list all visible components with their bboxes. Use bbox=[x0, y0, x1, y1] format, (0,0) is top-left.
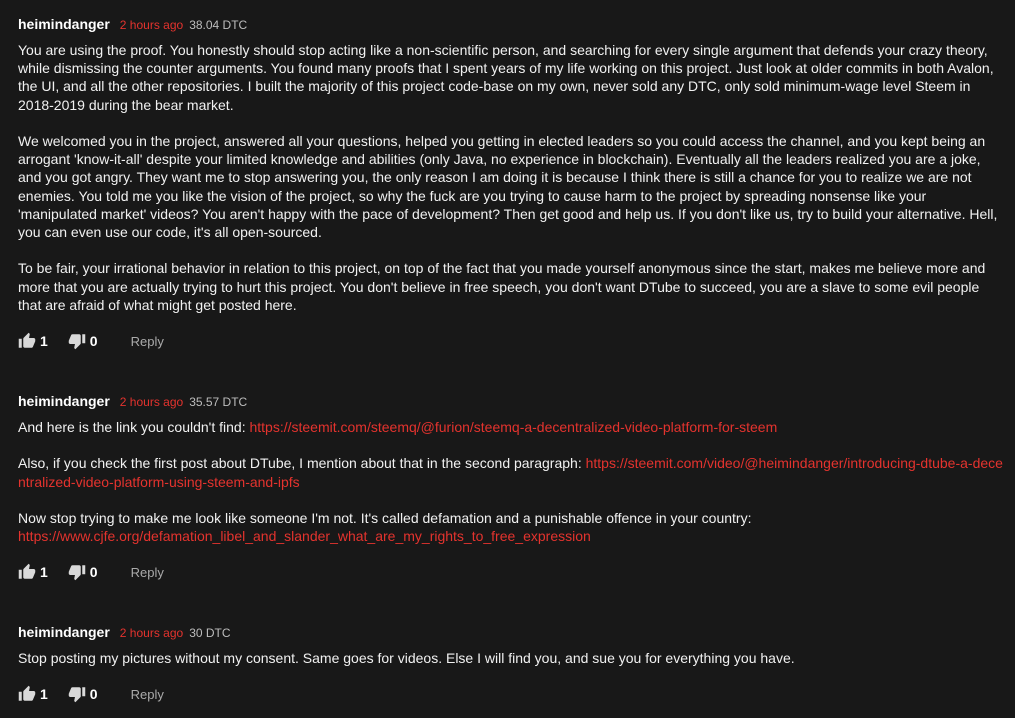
comment-paragraph: To be fair, your irrational behavior in … bbox=[18, 260, 986, 313]
reply-button[interactable]: Reply bbox=[131, 565, 164, 580]
comment-paragraph: Now stop trying to make me look like som… bbox=[18, 509, 1003, 545]
comment-paragraph: Stop posting my pictures without my cons… bbox=[18, 650, 795, 666]
dislike-count: 0 bbox=[89, 686, 98, 702]
dislike-button[interactable]: 0 bbox=[68, 563, 98, 581]
dislike-button[interactable]: 0 bbox=[68, 332, 98, 350]
paragraph-text: Now stop trying to make me look like som… bbox=[18, 509, 752, 526]
comment-meta: heimindanger 2 hours ago 30 DTC bbox=[18, 623, 1003, 641]
like-count: 1 bbox=[40, 333, 48, 349]
thumbs-down-icon bbox=[68, 565, 86, 581]
reply-button[interactable]: Reply bbox=[131, 334, 164, 349]
comment: heimindanger 2 hours ago 35.57 DTC And her… bbox=[18, 392, 1003, 581]
comment-paragraph: Also, if you check the first post about … bbox=[18, 454, 1003, 490]
comment-body: You are using the proof. You honestly sh… bbox=[18, 41, 1003, 314]
like-button[interactable]: 1 bbox=[18, 563, 48, 581]
comment-dtc-value: 38.04 DTC bbox=[189, 18, 248, 32]
thumbs-down-icon bbox=[68, 334, 86, 350]
comment-author[interactable]: heimindanger bbox=[18, 624, 110, 640]
dislike-count: 0 bbox=[89, 564, 98, 580]
comment-dtc-value: 35.57 DTC bbox=[189, 395, 248, 409]
comment-actions: 1 0 Reply bbox=[18, 563, 164, 581]
comment-actions: 1 0 Reply bbox=[18, 332, 164, 350]
comment-meta: heimindanger 2 hours ago 38.04 DTC bbox=[18, 15, 1003, 33]
comment-paragraph: You are using the proof. You honestly sh… bbox=[18, 42, 994, 113]
comment: heimindanger 2 hours ago 38.04 DTC You are… bbox=[18, 15, 1003, 350]
comment-actions: 1 0 Reply bbox=[18, 685, 164, 703]
comment-body: Stop posting my pictures without my cons… bbox=[18, 649, 1003, 667]
comment: heimindanger 2 hours ago 30 DTC Stop posti… bbox=[18, 623, 1003, 703]
comment-dtc-value: 30 DTC bbox=[189, 626, 231, 640]
comment-time[interactable]: 2 hours ago bbox=[120, 626, 183, 640]
defamation-article-link[interactable]: https://www.cjfe.org/defamation_libel_an… bbox=[18, 528, 591, 544]
thumbs-up-icon bbox=[18, 563, 36, 579]
like-button[interactable]: 1 bbox=[18, 332, 48, 350]
paragraph-text: And here is the link you couldn't find: bbox=[18, 419, 250, 435]
steemq-post-link[interactable]: https://steemit.com/steemq/@furion/steem… bbox=[249, 419, 777, 435]
comment-paragraph: We welcomed you in the project, answered… bbox=[18, 133, 998, 241]
dislike-count: 0 bbox=[89, 333, 98, 349]
comment-time[interactable]: 2 hours ago bbox=[120, 395, 183, 409]
like-button[interactable]: 1 bbox=[18, 685, 48, 703]
comment-meta: heimindanger 2 hours ago 35.57 DTC bbox=[18, 392, 1003, 410]
comment-body: And here is the link you couldn't find: … bbox=[18, 418, 1003, 545]
comment-author[interactable]: heimindanger bbox=[18, 16, 110, 32]
thumbs-up-icon bbox=[18, 685, 36, 701]
thumbs-up-icon bbox=[18, 332, 36, 348]
like-count: 1 bbox=[40, 564, 48, 580]
comment-paragraph: And here is the link you couldn't find: … bbox=[18, 418, 1003, 436]
like-count: 1 bbox=[40, 686, 48, 702]
comment-time[interactable]: 2 hours ago bbox=[120, 18, 183, 32]
thumbs-down-icon bbox=[68, 687, 86, 703]
paragraph-text: Also, if you check the first post about … bbox=[18, 455, 586, 472]
reply-button[interactable]: Reply bbox=[131, 687, 164, 702]
dislike-button[interactable]: 0 bbox=[68, 685, 98, 703]
comment-author[interactable]: heimindanger bbox=[18, 393, 110, 409]
